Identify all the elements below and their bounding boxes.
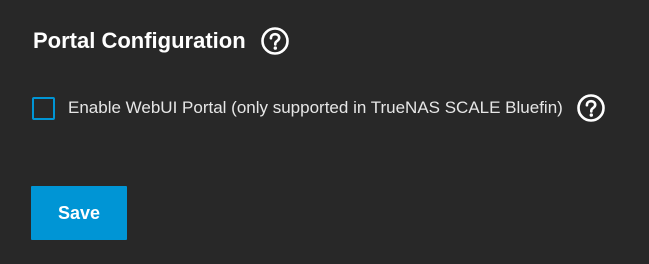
enable-webui-portal-checkbox[interactable] xyxy=(32,96,55,120)
section-header: Portal Configuration xyxy=(33,24,290,58)
portal-configuration-panel: Portal Configuration Enable WebUI Portal… xyxy=(0,0,649,264)
save-button[interactable]: Save xyxy=(31,186,127,240)
section-title: Portal Configuration xyxy=(33,28,246,53)
enable-webui-portal-label[interactable]: Enable WebUI Portal (only supported in T… xyxy=(68,98,563,118)
help-circle-icon[interactable] xyxy=(260,26,290,56)
enable-webui-portal-row: Enable WebUI Portal (only supported in T… xyxy=(32,93,606,123)
help-circle-icon[interactable] xyxy=(576,93,606,123)
